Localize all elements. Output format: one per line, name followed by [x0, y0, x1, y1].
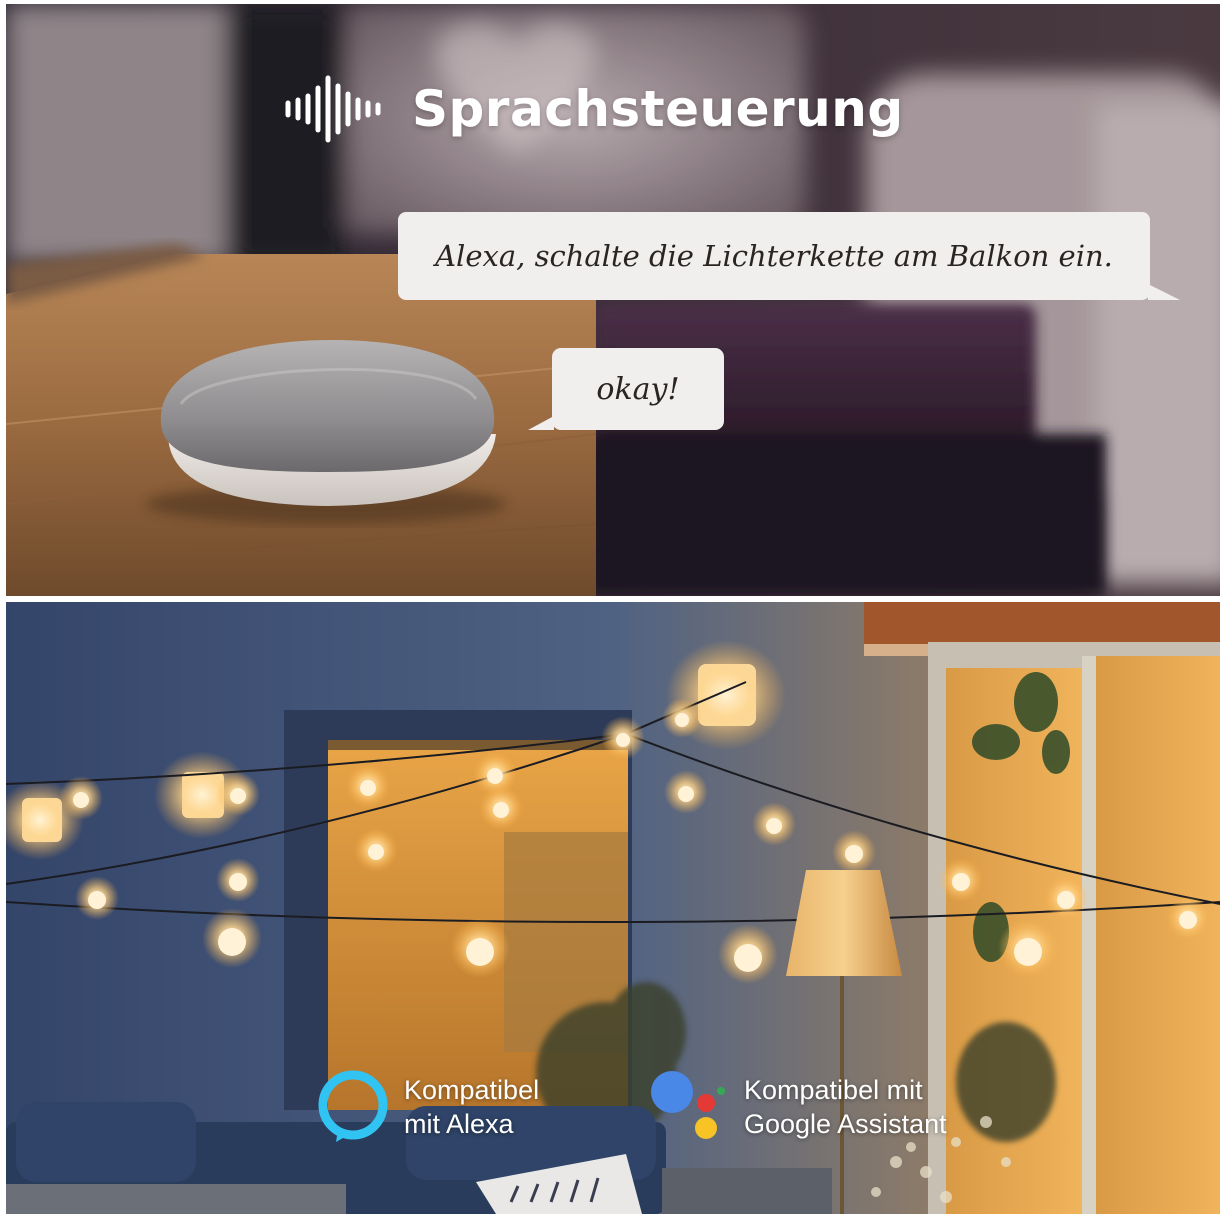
google-badge-line2: Google Assistant	[744, 1109, 947, 1139]
heading-row: Sprachsteuerung	[282, 74, 904, 144]
voice-reply-bubble: okay!	[528, 348, 724, 430]
smart-speaker-scene: Sprachsteuerung Alexa, schalte die Licht…	[6, 4, 1220, 596]
product-image: Sprachsteuerung Alexa, schalte die Licht…	[0, 0, 1220, 1214]
page-title: Sprachsteuerung	[412, 80, 904, 138]
google-assistant-logo-icon	[651, 1071, 725, 1139]
voice-reply-text: okay!	[596, 371, 680, 407]
alexa-badge-line1: Kompatibel	[404, 1075, 540, 1105]
voice-command-bubble: Alexa, schalte die Lichterkette am Balko…	[398, 212, 1180, 300]
alexa-compatibility-badge: Kompatibel mit Alexa	[316, 1070, 539, 1144]
patio-background	[6, 602, 1220, 1214]
alexa-badge-line2: mit Alexa	[404, 1109, 514, 1139]
sound-wave-icon	[285, 75, 381, 143]
google-assistant-compatibility-badge: Kompatibel mit Google Assistant	[650, 1070, 947, 1144]
voice-command-text: Alexa, schalte die Lichterkette am Balko…	[435, 239, 1113, 273]
smart-speaker	[160, 340, 496, 506]
alexa-logo-icon	[318, 1070, 388, 1142]
patio-scene: Kompatibel mit Alexa Kompatibel mit Goog…	[6, 602, 1220, 1214]
google-badge-line1: Kompatibel mit	[744, 1075, 923, 1105]
